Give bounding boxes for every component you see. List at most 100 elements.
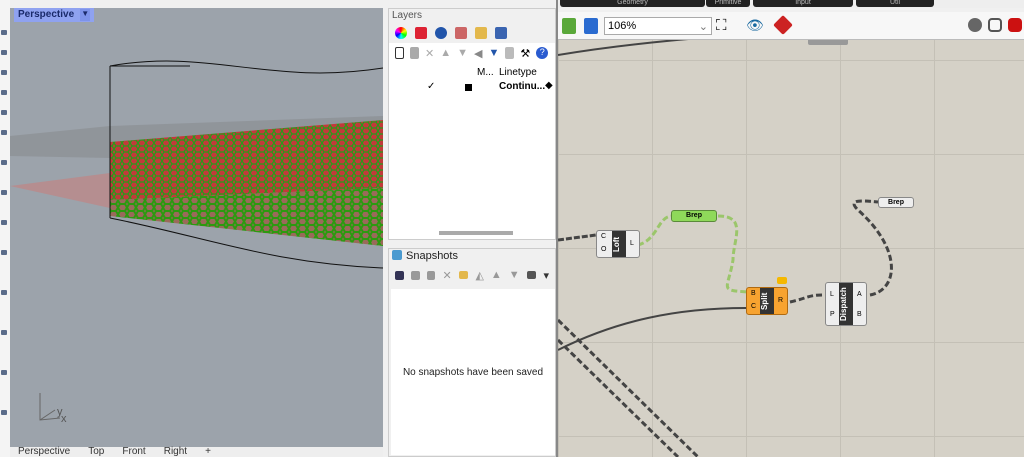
tool-icon[interactable] — [1, 220, 7, 225]
input-b[interactable]: B — [751, 290, 756, 297]
view-icon[interactable] — [526, 271, 537, 279]
horizontal-scrollbar[interactable] — [439, 231, 513, 235]
move-down-icon[interactable]: ▼ — [509, 269, 520, 281]
output-r[interactable]: R — [778, 297, 783, 304]
preview-shaded-icon[interactable] — [968, 18, 982, 32]
input-o[interactable]: O — [601, 246, 606, 253]
eye-icon[interactable]: 👁 — [746, 17, 764, 34]
tab-util[interactable]: Util — [856, 0, 934, 7]
delete-icon[interactable]: ✕ — [425, 47, 434, 60]
folder-icon[interactable] — [458, 271, 469, 279]
tools-icon[interactable]: ⚒ — [520, 47, 530, 60]
grasshopper-canvas[interactable]: C O Loft L Brep Brep B C Split R L P Dis… — [558, 40, 1024, 457]
preview-wire-icon[interactable] — [988, 18, 1002, 32]
update-icon[interactable] — [426, 270, 436, 280]
menu-icon[interactable]: ▾ — [543, 269, 549, 282]
layer-color-swatch[interactable] — [465, 84, 472, 91]
tool-icon[interactable] — [1, 50, 7, 55]
snapshots-panel: Snapshots ✕ ◭ ▲ ▼ ▾ No snapshots have be… — [388, 248, 556, 457]
column-header-linetype[interactable]: Linetype — [499, 67, 537, 78]
left-toolbar — [0, 0, 10, 457]
split-component[interactable]: B C Split R — [746, 287, 788, 315]
dispatch-component[interactable]: L P Dispatch A B — [825, 282, 867, 326]
tool-icon[interactable] — [1, 160, 7, 165]
input-l[interactable]: L — [830, 291, 834, 298]
tab-top[interactable]: Top — [88, 447, 104, 457]
move-down-icon[interactable]: ▼ — [457, 47, 468, 59]
tool-icon[interactable] — [1, 290, 7, 295]
component-partial[interactable] — [808, 40, 848, 45]
tool-icon[interactable] — [1, 190, 7, 195]
filter-icon[interactable]: ▼ — [488, 47, 499, 59]
panel-tabs — [389, 23, 555, 43]
output-a[interactable]: A — [857, 291, 862, 298]
param-name: Brep — [888, 199, 904, 206]
tool-icon[interactable] — [1, 30, 7, 35]
brep-param-1[interactable]: Brep — [671, 210, 717, 222]
layers-icon[interactable] — [415, 27, 427, 39]
input-c[interactable]: C — [751, 303, 756, 310]
input-c[interactable]: C — [601, 233, 606, 240]
material-icon[interactable] — [435, 27, 447, 39]
viewport-title[interactable]: Perspective ▼ — [14, 8, 95, 22]
model-geometry — [10, 60, 383, 421]
viewport-title-label: Perspective — [18, 9, 75, 20]
move-up-icon[interactable]: ▲ — [491, 269, 502, 281]
tab-right[interactable]: Right — [164, 447, 187, 457]
edit-icon[interactable] — [410, 270, 420, 280]
zoom-value: 106% — [608, 20, 637, 32]
move-left-icon[interactable]: ◀ — [474, 47, 482, 60]
perspective-viewport[interactable]: y x Perspective ▼ — [10, 8, 383, 447]
tool-icon[interactable] — [1, 410, 7, 415]
loft-component[interactable]: C O Loft L — [596, 230, 640, 258]
tab-geometry[interactable]: Geometry — [560, 0, 705, 7]
tool-icon[interactable] — [1, 250, 7, 255]
tool-icon[interactable] — [1, 70, 7, 75]
output-l[interactable]: L — [630, 240, 634, 247]
save-icon[interactable] — [395, 270, 404, 280]
snapshots-toolbar: ✕ ◭ ▲ ▼ ▾ — [389, 265, 555, 285]
folder-icon[interactable] — [475, 27, 487, 39]
tool-icon[interactable] — [1, 90, 7, 95]
layers-toolbar: ✕ ▲ ▼ ◀ ▼ ⚒ ? — [389, 43, 555, 63]
help-panel-icon[interactable] — [495, 27, 507, 39]
component-name: Loft — [612, 231, 626, 257]
param-name: Brep — [686, 212, 702, 219]
column-header-material[interactable]: M... — [477, 67, 494, 78]
move-up-icon[interactable]: ▲ — [440, 47, 451, 59]
chevron-down-icon[interactable]: ▼ — [80, 9, 91, 21]
tab-front[interactable]: Front — [122, 447, 145, 457]
snapshots-title: Snapshots — [406, 250, 458, 262]
tool-icon[interactable] — [1, 130, 7, 135]
diamond-icon: ◆ — [545, 80, 553, 91]
warning-balloon-icon[interactable] — [777, 277, 787, 284]
delete-icon[interactable]: ✕ — [442, 269, 451, 282]
component-tabs: Geometry Primitive Input Util — [558, 0, 1024, 8]
add-tab-icon[interactable]: + — [205, 447, 211, 457]
copy-layer-icon[interactable] — [410, 47, 419, 59]
tool-icon[interactable] — [1, 330, 7, 335]
sketch-icon[interactable] — [773, 15, 793, 35]
color-wheel-icon[interactable] — [395, 27, 407, 39]
zoom-extents-icon[interactable]: ⛶ — [716, 17, 727, 34]
tab-perspective[interactable]: Perspective — [18, 447, 70, 457]
help-icon[interactable]: ? — [536, 47, 549, 59]
pen-icon[interactable] — [455, 27, 467, 39]
page-icon[interactable] — [505, 47, 515, 59]
save-file-icon[interactable] — [584, 18, 598, 34]
tool-icon[interactable] — [1, 370, 7, 375]
input-p[interactable]: P — [830, 311, 835, 318]
brep-param-2[interactable]: Brep — [878, 197, 914, 208]
tab-primitive[interactable]: Primitive — [706, 0, 750, 7]
tool-icon[interactable] — [1, 110, 7, 115]
output-b[interactable]: B — [857, 311, 862, 318]
open-file-icon[interactable] — [562, 18, 576, 34]
new-layer-icon[interactable] — [395, 47, 404, 59]
restore-icon[interactable]: ◭ — [475, 269, 483, 282]
layer-linetype[interactable]: Continu... — [499, 81, 545, 92]
tab-input[interactable]: Input — [753, 0, 853, 7]
preview-selected-icon[interactable] — [1008, 18, 1022, 32]
layer-check[interactable]: ✓ — [427, 81, 435, 92]
zoom-select[interactable]: 106% ⌄ — [604, 17, 712, 35]
viewport-tabs: Perspective Top Front Right + — [10, 447, 383, 457]
